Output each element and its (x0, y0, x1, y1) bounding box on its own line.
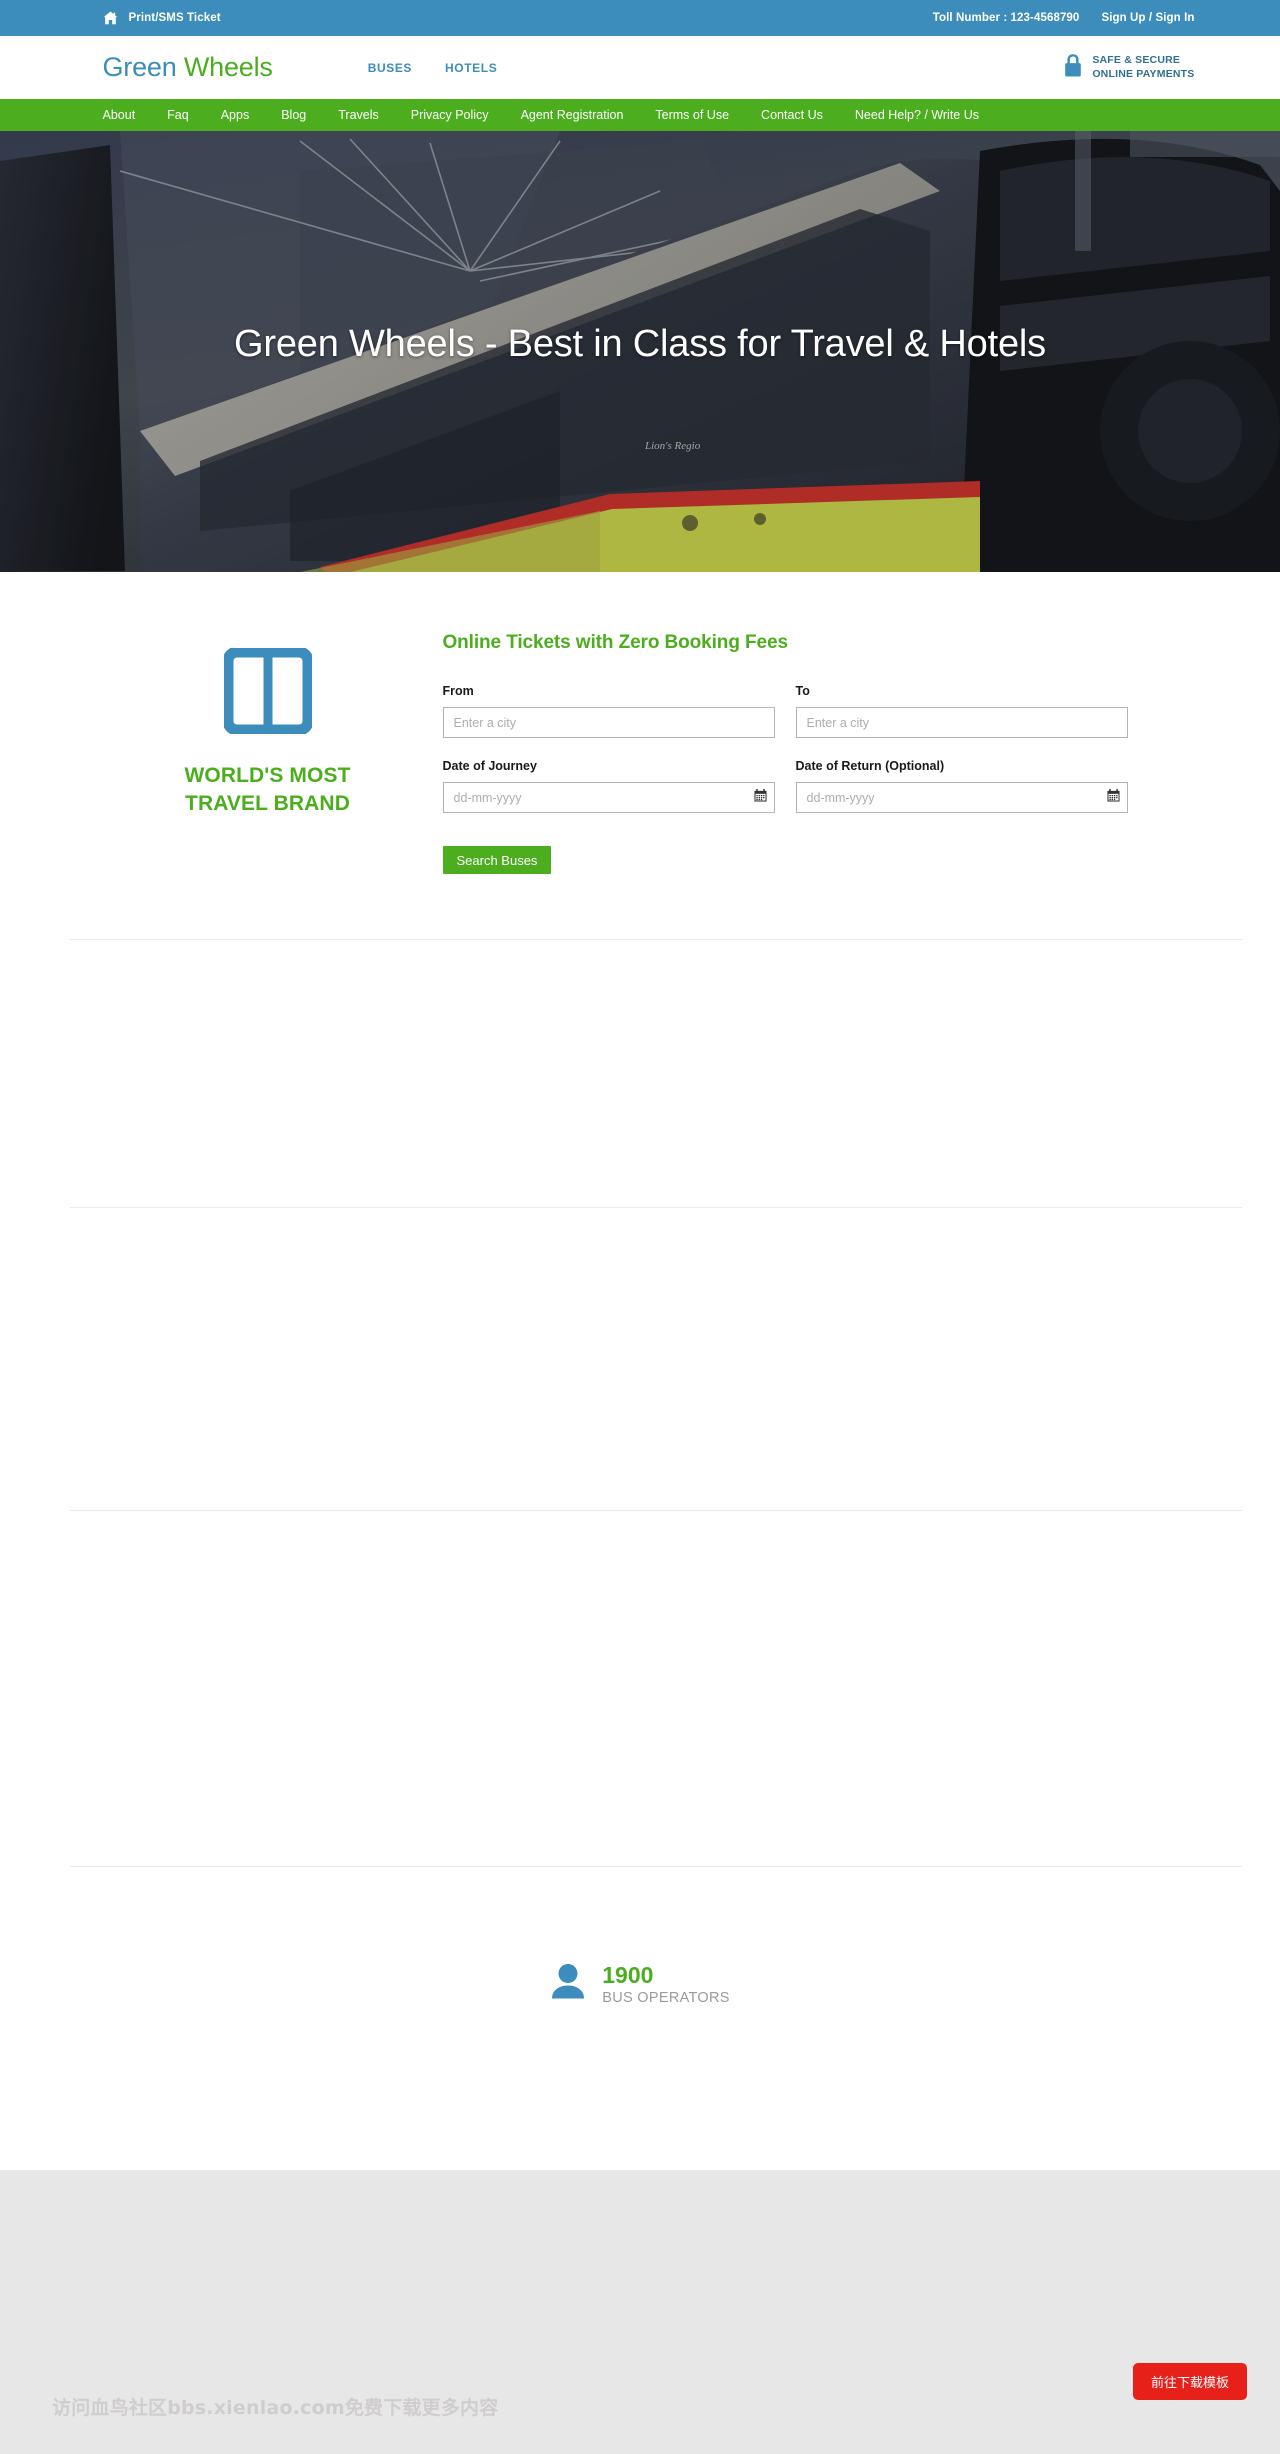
nav-item-apps[interactable]: Apps (221, 108, 250, 122)
field-date-of-journey: Date of Journey (442, 759, 775, 813)
home-icon[interactable] (103, 11, 118, 25)
download-template-button[interactable]: 前往下载模板 (1132, 2363, 1247, 2400)
label-to: To (795, 684, 810, 698)
nav-item-about[interactable]: About (103, 108, 136, 122)
user-icon (550, 1962, 586, 2007)
form-row-cities: From To (442, 684, 1195, 738)
from-city-input[interactable] (442, 707, 775, 738)
stat-bus-operators: 1900 BUS OPERATORS (550, 1962, 729, 2007)
link-hotels[interactable]: HOTELS (445, 61, 497, 75)
to-city-input[interactable] (795, 707, 1128, 738)
nav-item-agent-registration[interactable]: Agent Registration (521, 108, 624, 122)
spacer-after-search (0, 874, 1280, 939)
form-row-dates: Date of Journey dd-mm-yyyy Date of Retur… (442, 759, 1195, 813)
promo-tagline-line-1: WORLD'S MOST (184, 764, 351, 787)
search-section: WORLD'S MOST TRAVEL BRAND Online Tickets… (103, 572, 1195, 874)
search-buses-button[interactable]: Search Buses (442, 846, 552, 874)
nav-item-privacy-policy[interactable]: Privacy Policy (411, 108, 489, 122)
site-header: Green Wheels BUSES HOTELS SAFE & SECURE … (0, 36, 1280, 99)
main-navigation: About Faq Apps Blog Travels Privacy Poli… (0, 99, 1280, 131)
primary-links: BUSES HOTELS (368, 61, 498, 75)
promo-tagline-line-2: TRAVEL BRAND (185, 791, 350, 815)
label-date-of-journey: Date of Journey (442, 759, 537, 773)
book-open-icon (103, 646, 433, 739)
link-buses[interactable]: BUSES (368, 61, 412, 75)
hero-title: Green Wheels - Best in Class for Travel … (234, 323, 1046, 365)
nav-item-need-help[interactable]: Need Help? / Write Us (855, 108, 979, 122)
label-date-of-return: Date of Return (Optional) (795, 759, 945, 773)
secure-line-2: ONLINE PAYMENTS (1092, 67, 1195, 80)
stat-label: BUS OPERATORS (602, 1990, 730, 2007)
stats-section: 1900 BUS OPERATORS (0, 1867, 1280, 2102)
empty-section-2 (0, 1208, 1280, 1510)
brand-word-green: Green (102, 52, 184, 82)
date-of-journey-input[interactable] (442, 782, 775, 813)
toll-number-text: Toll Number : 123-4568790 (932, 12, 1080, 24)
nav-item-travels[interactable]: Travels (338, 108, 379, 122)
field-to: To (795, 684, 1128, 738)
site-logo[interactable]: Green Wheels (103, 52, 273, 83)
print-sms-ticket-link[interactable]: Print/SMS Ticket (129, 12, 221, 24)
top-utility-bar: Print/SMS Ticket Toll Number : 123-45687… (0, 0, 1280, 36)
field-from: From (442, 684, 775, 738)
watermark-text: 访问血鸟社区bbs.xienlao.com免费下载更多内容 (52, 2397, 499, 2419)
search-section-wrapper: WORLD'S MOST TRAVEL BRAND Online Tickets… (48, 572, 1233, 874)
label-from: From (442, 684, 474, 698)
nav-item-faq[interactable]: Faq (167, 108, 189, 122)
brand-word-wheels: Wheels (183, 52, 273, 82)
booking-form: Online Tickets with Zero Booking Fees Fr… (433, 632, 1195, 874)
empty-section-1 (0, 940, 1280, 1207)
lock-icon (1063, 53, 1083, 83)
field-date-of-return: Date of Return (Optional) (795, 759, 1128, 813)
secure-line-1: SAFE & SECURE (1092, 53, 1181, 66)
signup-signin-link[interactable]: Sign Up / Sign In (1101, 12, 1194, 24)
date-of-return-input[interactable] (795, 782, 1128, 813)
booking-form-title: Online Tickets with Zero Booking Fees (442, 632, 789, 653)
nav-item-terms-of-use[interactable]: Terms of Use (655, 108, 729, 122)
promo-column: WORLD'S MOST TRAVEL BRAND (103, 632, 433, 874)
stat-number: 1900 (602, 1961, 654, 1988)
secure-payments-badge: SAFE & SECURE ONLINE PAYMENTS (1063, 53, 1194, 83)
hero-banner: Lion's Regio Green Wheels - Best in Clas… (0, 131, 1280, 572)
nav-item-contact-us[interactable]: Contact Us (761, 108, 823, 122)
empty-section-3 (0, 1511, 1280, 1866)
nav-item-blog[interactable]: Blog (281, 108, 306, 122)
